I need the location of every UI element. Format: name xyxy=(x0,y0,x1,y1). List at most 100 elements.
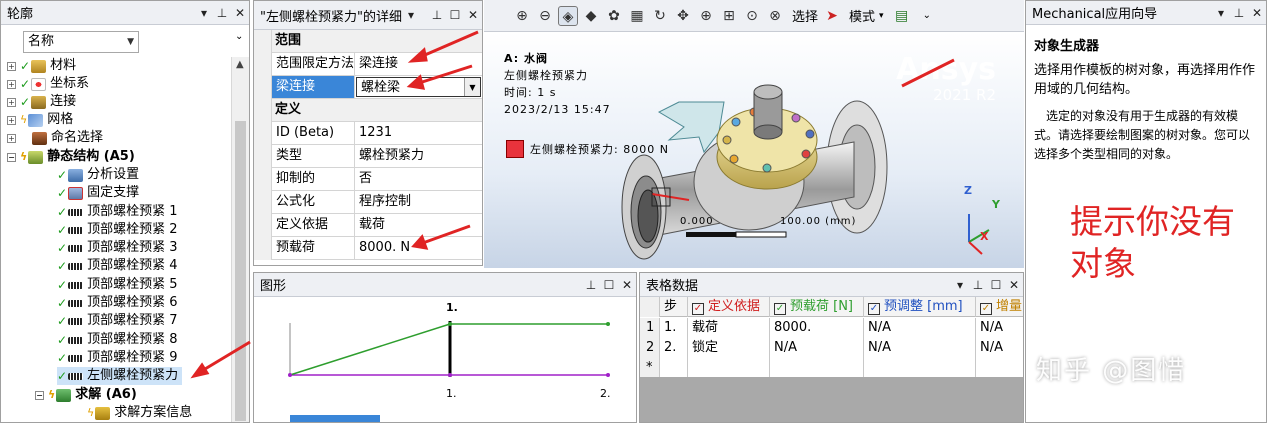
3d-scene[interactable]: A: 水阀 左侧螺栓预紧力 时间: 1 s 2023/2/13 15:47 左侧… xyxy=(484,32,1024,268)
tree-item-named-selections[interactable]: + 命名选择 xyxy=(7,129,103,147)
select-tree-icon[interactable]: ▤ xyxy=(892,6,912,26)
tree-item-left-bolt[interactable]: ✓ 左侧螺栓预紧力 xyxy=(57,367,183,385)
cell-preload[interactable]: N/A xyxy=(770,338,864,358)
pin-icon[interactable]: ⊥ xyxy=(582,278,600,292)
zoom-in-icon[interactable]: ⊕ xyxy=(696,6,716,26)
details-row-formulation[interactable]: 公式化 程序控制 xyxy=(254,191,482,214)
details-value[interactable]: 载荷 xyxy=(355,214,482,236)
dropdown-icon[interactable]: ▾ xyxy=(1212,6,1230,20)
maximize-icon[interactable]: ☐ xyxy=(600,278,618,292)
tree-item-top-bolt-2[interactable]: ✓ 顶部螺栓预紧 2 xyxy=(57,221,177,239)
details-row-suppressed[interactable]: 抑制的 否 xyxy=(254,168,482,191)
details-value[interactable]: 否 xyxy=(355,168,482,190)
tree-item-top-bolt-7[interactable]: ✓ 顶部螺栓预紧 7 xyxy=(57,312,177,330)
maximize-icon[interactable]: ☐ xyxy=(446,8,464,22)
table-row[interactable]: 2 2. 锁定 N/A N/A N/A xyxy=(640,338,1023,358)
tree-item-mesh[interactable]: + ϟ 网格 xyxy=(7,111,73,129)
pan-icon[interactable]: ✥ xyxy=(673,6,693,26)
checkbox-icon[interactable]: ✓ xyxy=(774,303,786,315)
close-icon[interactable]: ✕ xyxy=(1005,278,1023,292)
details-row-scoping-method[interactable]: 范围限定方法 梁连接 xyxy=(254,53,482,76)
cell-define-by[interactable]: 锁定 xyxy=(688,338,770,358)
cell-preadjust[interactable]: N/A xyxy=(864,318,976,338)
preload-input[interactable]: 8000. N xyxy=(355,237,482,259)
toolbar-overflow-icon[interactable]: ⌄ xyxy=(923,10,931,21)
zoom-icon[interactable]: ⊕ xyxy=(512,6,532,26)
scrollbar-thumb[interactable] xyxy=(235,121,246,421)
outline-scrollbar[interactable]: ▲ xyxy=(231,57,249,422)
col-define-by[interactable]: ✓ 定义依据 xyxy=(688,297,770,317)
tree-item-coordinate-systems[interactable]: + ✓ 坐标系 xyxy=(7,75,89,93)
details-value[interactable]: 螺栓预紧力 xyxy=(355,145,482,167)
tree-item-top-bolt-8[interactable]: ✓ 顶部螺栓预紧 8 xyxy=(57,331,177,349)
dropdown-icon[interactable]: ▾ xyxy=(402,8,420,22)
valve-model[interactable] xyxy=(484,32,1024,268)
table-new-row[interactable]: * xyxy=(640,358,1023,378)
col-increment[interactable]: ✓ 增量 xyxy=(976,297,1023,317)
toolbar-overflow-icon[interactable]: ⌄ xyxy=(235,31,243,42)
tree-item-material[interactable]: + ✓ 材料 xyxy=(7,57,76,75)
close-icon[interactable]: ✕ xyxy=(231,6,249,20)
details-row-id[interactable]: ID (Beta) 1231 xyxy=(254,122,482,145)
group-definition[interactable]: − 定义 xyxy=(254,99,482,122)
tree-item-top-bolt-3[interactable]: ✓ 顶部螺栓预紧 3 xyxy=(57,239,177,257)
maximize-icon[interactable]: ☐ xyxy=(987,278,1005,292)
close-icon[interactable]: ✕ xyxy=(464,8,482,22)
pin-icon[interactable]: ⊥ xyxy=(1230,6,1248,20)
details-value[interactable]: 程序控制 xyxy=(355,191,482,213)
zoom-window-icon[interactable]: ⊗ xyxy=(765,6,785,26)
name-filter-select[interactable]: 名称 ▼ xyxy=(23,31,139,53)
cell-increment[interactable]: N/A xyxy=(976,338,1023,358)
cell-increment[interactable]: N/A xyxy=(976,318,1023,338)
scroll-up-icon[interactable]: ▲ xyxy=(236,59,244,70)
expand-icon[interactable]: + xyxy=(7,79,16,89)
tree-item-top-bolt-1[interactable]: ✓ 顶部螺栓预紧 1 xyxy=(57,203,177,221)
group-scope[interactable]: − 范围 xyxy=(254,30,482,53)
zoom-out-icon[interactable]: ⊖ xyxy=(535,6,555,26)
pin-icon[interactable]: ⊥ xyxy=(969,278,987,292)
col-preload[interactable]: ✓ 预载荷 [N] xyxy=(770,297,864,317)
expand-icon[interactable]: + xyxy=(7,97,16,107)
mode-button[interactable]: 模式 xyxy=(849,6,875,25)
tree-item-solution-info[interactable]: ϟ 求解方案信息 xyxy=(87,404,192,422)
tree-item-connections[interactable]: + ✓ 连接 xyxy=(7,93,76,111)
tree-item-top-bolt-4[interactable]: ✓ 顶部螺栓预紧 4 xyxy=(57,257,177,275)
col-step[interactable]: 步 xyxy=(660,297,688,317)
details-row-beam-connection[interactable]: 梁连接 螺栓梁 ▼ xyxy=(254,76,482,99)
zoom-fit-icon[interactable]: ⊙ xyxy=(742,6,762,26)
collapse-icon[interactable]: − xyxy=(7,152,16,162)
dropdown-icon[interactable]: ▾ xyxy=(195,6,213,20)
close-icon[interactable]: ✕ xyxy=(1248,6,1266,20)
rotate-icon[interactable]: ↻ xyxy=(650,6,670,26)
tree-item-top-bolt-6[interactable]: ✓ 顶部螺栓预紧 6 xyxy=(57,294,177,312)
cell-preadjust[interactable]: N/A xyxy=(864,338,976,358)
checkbox-icon[interactable]: ✓ xyxy=(980,303,992,315)
cursor-icon[interactable]: ➤ xyxy=(822,6,842,26)
close-icon[interactable]: ✕ xyxy=(618,278,636,292)
tree-item-top-bolt-9[interactable]: ✓ 顶部螺栓预紧 9 xyxy=(57,349,177,367)
expand-icon[interactable]: + xyxy=(7,61,16,71)
beam-connection-select[interactable]: 螺栓梁 ▼ xyxy=(356,77,481,97)
tree-item-static-structural[interactable]: − ϟ 静态结构 (A5) xyxy=(7,148,135,166)
table-row[interactable]: 1 1. 载荷 8000. N/A N/A xyxy=(640,318,1023,338)
expand-icon[interactable]: + xyxy=(7,133,16,143)
details-value[interactable]: 梁连接 xyxy=(355,53,482,75)
details-row-type[interactable]: 类型 螺栓预紧力 xyxy=(254,145,482,168)
cube-view-icon[interactable]: ◈ xyxy=(558,5,578,26)
col-preadjust[interactable]: ✓ 预调整 [mm] xyxy=(864,297,976,317)
cell-preload[interactable]: 8000. xyxy=(770,318,864,338)
zoom-box-icon[interactable]: ⊞ xyxy=(719,6,739,26)
render-icon[interactable]: ✿ xyxy=(604,6,624,26)
details-row-preload[interactable]: 预载荷 8000. N xyxy=(254,237,482,260)
dropdown-icon[interactable]: ▾ xyxy=(951,278,969,292)
chevron-down-icon[interactable]: ▼ xyxy=(464,78,480,96)
checkbox-icon[interactable]: ✓ xyxy=(868,303,880,315)
wireframe-icon[interactable]: ◆ xyxy=(581,6,601,26)
checkbox-icon[interactable]: ✓ xyxy=(692,303,704,315)
cell-define-by[interactable]: 载荷 xyxy=(688,318,770,338)
pin-icon[interactable]: ⊥ xyxy=(428,8,446,22)
tree-item-analysis-settings[interactable]: ✓ 分析设置 xyxy=(57,166,139,184)
chevron-down-icon[interactable]: ▾ xyxy=(879,11,884,21)
tree-item-solution[interactable]: − ϟ 求解 (A6) xyxy=(35,386,137,404)
tree-item-top-bolt-5[interactable]: ✓ 顶部螺栓预紧 5 xyxy=(57,276,177,294)
